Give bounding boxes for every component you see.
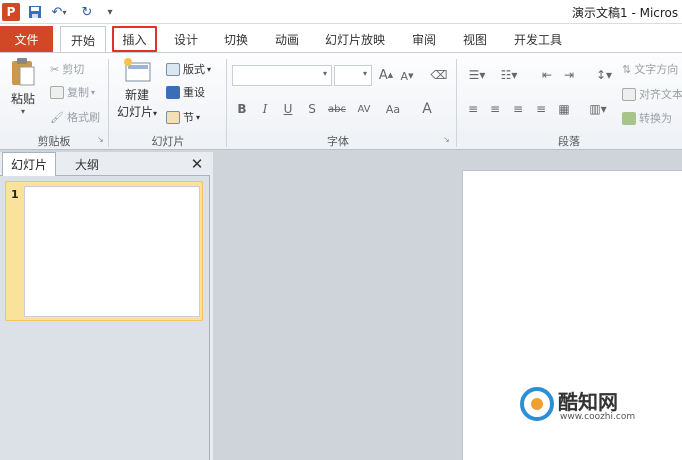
tab-file[interactable]: 文件: [0, 26, 53, 52]
save-icon[interactable]: [26, 3, 44, 21]
layout-button[interactable]: 版式 ▾: [166, 61, 211, 77]
section-button[interactable]: 节 ▾: [166, 109, 200, 125]
bold-button[interactable]: B: [233, 100, 251, 118]
copy-icon: [50, 85, 64, 99]
close-icon[interactable]: ✕: [188, 154, 206, 174]
group-label-slides: 幻灯片: [151, 135, 185, 148]
tab-slideshow[interactable]: 幻灯片放映: [322, 26, 388, 52]
coozhi-logo-icon: [520, 387, 554, 421]
slide-number: 1: [11, 188, 19, 201]
watermark-logo: 酷知网 www.coozhi.com: [520, 382, 660, 426]
customize-qat-icon[interactable]: ▾: [104, 3, 116, 21]
brush-icon: 🖌: [50, 110, 64, 124]
columns-icon[interactable]: ▥▾: [586, 100, 610, 118]
new-slide-icon: [124, 58, 151, 82]
font-size-combobox[interactable]: ▾: [334, 65, 372, 86]
separator: [108, 59, 109, 147]
powerpoint-app-icon[interactable]: P: [2, 3, 20, 21]
grow-font-button[interactable]: A ▲: [377, 66, 395, 84]
tab-home[interactable]: 开始: [60, 26, 106, 53]
tab-view[interactable]: 视图: [459, 26, 491, 52]
clear-formatting-icon[interactable]: ⌫: [430, 66, 448, 84]
align-text-icon: [622, 87, 636, 101]
tab-insert[interactable]: 插入: [112, 26, 157, 52]
font-launcher-icon[interactable]: ↘: [443, 135, 450, 144]
watermark-brand: 酷知网: [558, 390, 618, 414]
group-label-clipboard: 剪贴板: [37, 135, 71, 148]
watermark-url: www.coozhi.com: [560, 412, 636, 422]
character-spacing-button[interactable]: AV: [352, 100, 376, 118]
group-label-paragraph: 段落: [558, 135, 580, 148]
font-color-button[interactable]: A: [418, 100, 436, 118]
window-title: 演示文稿1 - Micros: [572, 6, 679, 20]
cut-button[interactable]: ✂ 剪切: [50, 61, 84, 77]
tab-slides[interactable]: 幻灯片: [2, 152, 56, 176]
section-icon: [166, 110, 180, 124]
italic-button[interactable]: I: [256, 100, 274, 118]
tab-outline[interactable]: 大纲: [58, 152, 116, 176]
font-name-combobox[interactable]: ▾: [232, 65, 332, 86]
align-right-icon[interactable]: ≡: [509, 100, 527, 118]
line-spacing-icon[interactable]: ↕▾: [592, 66, 616, 84]
tab-transitions[interactable]: 切换: [220, 26, 252, 52]
tab-design[interactable]: 设计: [170, 26, 202, 52]
bullets-icon[interactable]: ☰▾: [464, 66, 490, 84]
format-painter-button[interactable]: 🖌 格式刷: [50, 109, 100, 125]
text-direction-button[interactable]: ⇅ 文字方向: [622, 61, 678, 77]
layout-icon: [166, 62, 180, 76]
numbering-icon[interactable]: ☷▾: [496, 66, 522, 84]
convert-smartart-button[interactable]: 转换为: [622, 110, 672, 126]
title-bar: P ↶ ▾ ↻ ▾ 演示文稿1 - Micros: [0, 0, 682, 24]
paste-icon: [12, 58, 35, 86]
paste-label: 粘贴: [10, 92, 35, 106]
align-center-icon[interactable]: ≡: [486, 100, 504, 118]
separator: [226, 59, 227, 147]
new-slide-button[interactable]: 新建 幻灯片▾: [116, 57, 158, 120]
scissors-icon: ✂: [50, 62, 60, 76]
tab-review[interactable]: 审阅: [408, 26, 440, 52]
shrink-font-button[interactable]: A ▼: [398, 67, 416, 85]
decrease-indent-icon[interactable]: ⇤: [538, 66, 556, 84]
text-shadow-button[interactable]: S: [303, 100, 321, 118]
slide-thumbnail-selected[interactable]: 1: [5, 181, 203, 321]
change-case-button[interactable]: Aa: [381, 100, 405, 118]
paste-button[interactable]: 粘贴 ▾: [8, 57, 38, 116]
tab-animations[interactable]: 动画: [271, 26, 303, 52]
align-text-button[interactable]: 对齐文本: [622, 86, 682, 102]
text-direction-icon: ⇅: [622, 62, 632, 76]
ribbon-tabs: 文件 开始 插入 设计 切换 动画 幻灯片放映 审阅 视图 开发工具: [0, 24, 682, 53]
increase-indent-icon[interactable]: ⇥: [560, 66, 578, 84]
distributed-icon[interactable]: ▦: [555, 100, 573, 118]
slide-thumbnail[interactable]: [24, 186, 200, 317]
panel-tabs: 幻灯片 大纲 ✕: [0, 152, 210, 176]
justify-icon[interactable]: ≡: [532, 100, 550, 118]
clipboard-launcher-icon[interactable]: ↘: [97, 135, 104, 144]
ribbon-home: 粘贴 ▾ ✂ 剪切 复制 ▾ 🖌 格式刷 剪贴板 ↘ 新建 幻灯片▾ 版式 ▾ 重设 节…: [0, 52, 682, 150]
reset-icon: [166, 85, 180, 99]
smartart-icon: [622, 111, 636, 125]
copy-button[interactable]: 复制 ▾: [50, 84, 95, 100]
redo-icon[interactable]: ↻: [78, 3, 96, 21]
reset-button[interactable]: 重设: [166, 84, 205, 100]
undo-icon[interactable]: ↶ ▾: [47, 3, 71, 21]
align-left-icon[interactable]: ≡: [464, 100, 482, 118]
tab-developer[interactable]: 开发工具: [509, 26, 567, 52]
group-label-font: 字体: [327, 135, 349, 148]
strikethrough-button[interactable]: abc: [326, 100, 348, 118]
underline-button[interactable]: U: [279, 100, 297, 118]
